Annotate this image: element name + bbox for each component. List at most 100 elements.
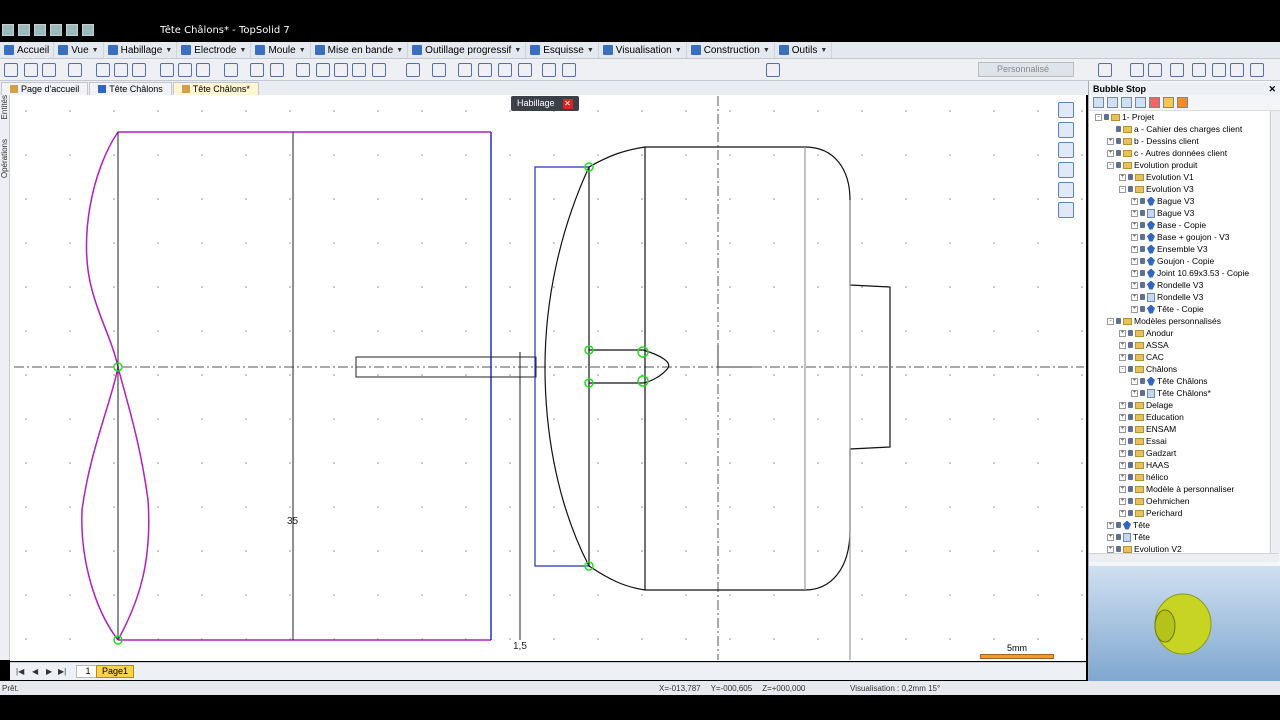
expand-icon[interactable]: - [1107, 161, 1114, 169]
menu-outils[interactable]: Outils ▼ [775, 42, 833, 58]
layer-icon[interactable] [1250, 63, 1264, 77]
perpendicular-icon[interactable] [518, 63, 532, 77]
expand-icon[interactable]: + [1119, 341, 1126, 349]
expand-icon[interactable]: + [1131, 281, 1138, 289]
menu-habillage[interactable]: Habillage ▼ [104, 42, 178, 58]
redo-icon[interactable] [66, 24, 78, 36]
expand-icon[interactable]: + [1119, 509, 1126, 517]
tree-item[interactable]: + Bague V3 [1131, 195, 1194, 207]
tree-item[interactable]: + Modèle à personnaliser [1119, 483, 1234, 495]
zoom-window-icon[interactable] [1058, 122, 1074, 138]
quick-access-toolbar[interactable] [2, 24, 94, 36]
tree-item[interactable]: + hélico [1119, 471, 1168, 483]
tree-item[interactable]: + Bague V3 [1131, 207, 1194, 219]
next-page-icon[interactable]: ▶ [46, 667, 52, 676]
table-icon[interactable] [432, 63, 446, 77]
first-page-icon[interactable]: |◀ [16, 667, 24, 676]
expand-icon[interactable]: + [1131, 221, 1138, 229]
polyline-icon[interactable] [68, 63, 82, 77]
tree-item[interactable]: + Goujon - Copie [1131, 255, 1214, 267]
sketch-mode-icon[interactable] [4, 63, 18, 77]
save-icon[interactable] [2, 24, 14, 36]
expand-icon[interactable]: - [1119, 365, 1126, 373]
tree-item[interactable]: + Anodur [1119, 327, 1173, 339]
expand-icon[interactable]: + [1107, 137, 1114, 145]
point-icon[interactable] [96, 63, 110, 77]
expand-icon[interactable]: + [1119, 437, 1126, 445]
tree-item[interactable]: - 1- Projet [1095, 111, 1154, 123]
expand-icon[interactable]: + [1119, 173, 1126, 181]
expand-icon[interactable]: - [1095, 113, 1102, 121]
last-page-icon[interactable]: ▶| [58, 667, 66, 676]
tree-item[interactable]: a - Cahier des charges client [1107, 123, 1242, 135]
circle-icon[interactable] [160, 63, 174, 77]
save-all-icon[interactable] [18, 24, 30, 36]
expand-icon[interactable]: + [1131, 305, 1138, 313]
tree-item[interactable]: + Oehmichen [1119, 495, 1189, 507]
expand-icon[interactable]: + [1131, 257, 1138, 265]
tree-item[interactable]: + Rondelle V3 [1131, 291, 1203, 303]
tree-item[interactable]: - Modèles personnalisés [1107, 315, 1221, 327]
hatch-icon[interactable] [1148, 63, 1162, 77]
expand-icon[interactable]: + [1131, 269, 1138, 277]
line-style-icon[interactable] [1098, 63, 1112, 77]
expand-icon[interactable]: + [1131, 377, 1138, 385]
expand-icon[interactable]: + [1131, 293, 1138, 301]
tree-item[interactable]: + Perichard [1119, 507, 1182, 519]
project-tree[interactable]: -1- Projet a - Cahier des charges client +… [1089, 111, 1269, 553]
tree-item[interactable]: + HAAS [1119, 459, 1169, 471]
warning-icon[interactable] [1163, 97, 1174, 108]
menu-electrode[interactable]: Electrode ▼ [177, 42, 252, 58]
previous-page-icon[interactable]: ◀ [32, 667, 38, 676]
tab-tete-chalons-draft[interactable]: Tête Châlons* [172, 82, 259, 95]
expand-icon[interactable]: + [1119, 461, 1126, 469]
menu-mise-en-bande[interactable]: Mise en bande ▼ [311, 42, 409, 58]
menu-construction[interactable]: Construction ▼ [687, 42, 775, 58]
point-style-icon[interactable] [1130, 63, 1144, 77]
filter-icon[interactable] [1135, 97, 1146, 108]
tree-item[interactable]: + c - Autres données client [1107, 147, 1227, 159]
expand-icon[interactable]: - [1107, 317, 1114, 325]
tree-icon[interactable] [1107, 97, 1118, 108]
menu-accueil[interactable]: Accueil [0, 42, 55, 58]
trim-icon[interactable] [352, 63, 366, 77]
zoom-fit-icon[interactable] [1058, 142, 1074, 158]
expand-icon[interactable]: + [1131, 197, 1138, 205]
print-icon[interactable] [34, 24, 46, 36]
habillage-style-icon[interactable] [766, 63, 780, 77]
text-icon[interactable] [224, 63, 238, 77]
chamfer-icon[interactable] [316, 63, 330, 77]
zoom-icon[interactable] [1058, 162, 1074, 178]
dimension-15-label[interactable]: 1,5 [513, 641, 527, 652]
expand-icon[interactable]: + [1131, 245, 1138, 253]
style-combo[interactable]: Personnalisé [978, 62, 1074, 77]
menu-moule[interactable]: Moule ▼ [251, 42, 311, 58]
habillage-context-pill[interactable]: Habillage ✕ [511, 96, 579, 111]
close-icon[interactable]: ✕ [562, 99, 573, 109]
refresh-icon[interactable] [82, 24, 94, 36]
expand-icon[interactable]: + [1107, 533, 1114, 541]
fillet-icon[interactable] [296, 63, 310, 77]
expand-icon[interactable]: + [1107, 149, 1114, 157]
tree-item[interactable]: + Evolution V2 [1107, 543, 1182, 553]
drawing-canvas[interactable]: 35 1,5 [10, 95, 1086, 661]
menu-visualisation[interactable]: Visualisation ▼ [599, 42, 687, 58]
tree-item[interactable]: + Base + goujon - V3 [1131, 231, 1230, 243]
pattern-icon[interactable] [1170, 63, 1184, 77]
tree-item[interactable]: - Evolution produit [1107, 159, 1197, 171]
tree-item[interactable]: + Base - Copie [1131, 219, 1206, 231]
expand-icon[interactable]: - [1119, 185, 1126, 193]
expand-icon[interactable]: + [1119, 497, 1126, 505]
tree-item[interactable]: - Châlons [1119, 363, 1177, 375]
tree-item[interactable]: + Delage [1119, 399, 1173, 411]
offset-icon[interactable] [334, 63, 348, 77]
expand-icon[interactable]: + [1119, 353, 1126, 361]
update-icon[interactable] [406, 63, 420, 77]
tree-item[interactable]: + ENSAM [1119, 423, 1176, 435]
drawing-svg[interactable]: 35 1,5 [10, 95, 1086, 661]
layers-icon[interactable] [1058, 202, 1074, 218]
expand-icon[interactable]: + [1107, 545, 1114, 553]
pencil-icon[interactable] [24, 63, 38, 77]
grid-icon[interactable] [42, 63, 56, 77]
pan-icon[interactable] [1058, 102, 1074, 118]
